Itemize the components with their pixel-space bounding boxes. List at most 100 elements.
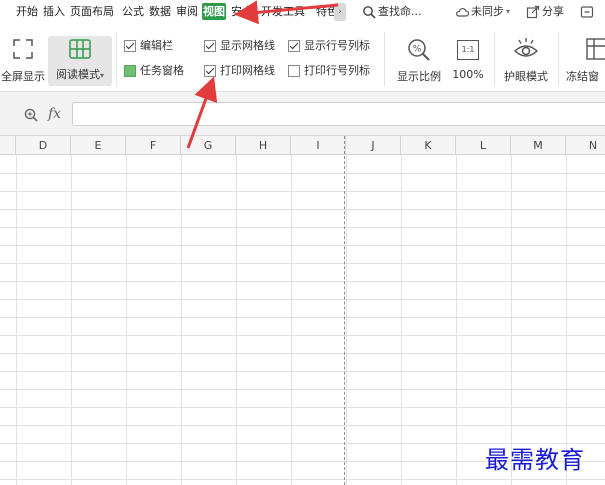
column-gridline xyxy=(346,155,347,485)
page-break-line xyxy=(344,136,345,485)
task-pane-label: 任务窗格 xyxy=(140,64,184,77)
column-header-m[interactable]: M xyxy=(511,136,566,155)
cloud-icon xyxy=(456,7,469,17)
checkbox-print-headings-box[interactable] xyxy=(288,65,300,77)
freeze-panes-icon xyxy=(586,38,605,60)
checkbox-formula-bar-box[interactable] xyxy=(124,40,136,52)
column-header-i[interactable]: I xyxy=(291,136,346,155)
ribbon-tab-bar: 开始 插入 页面布局 公式 数据 审阅 视图 安全 开发工具 特色 › 查找命.… xyxy=(0,0,605,24)
spreadsheet-grid[interactable]: DEFGHIJKLMN xyxy=(0,136,605,485)
share-button[interactable]: 分享 xyxy=(526,3,564,20)
tab-insert[interactable]: 插入 xyxy=(43,3,65,20)
column-gridline xyxy=(511,155,512,485)
column-header-n[interactable]: N xyxy=(566,136,605,155)
app-window: 开始 插入 页面布局 公式 数据 审阅 视图 安全 开发工具 特色 › 查找命.… xyxy=(0,0,605,485)
task-pane-toggle[interactable]: 任务窗格 xyxy=(124,63,184,79)
tab-special[interactable]: 特色 xyxy=(316,3,334,20)
tab-scroll-right-button[interactable]: › xyxy=(334,3,346,21)
column-header-f[interactable]: F xyxy=(126,136,181,155)
zoom-percent-icon: % xyxy=(408,39,430,61)
watermark: 最需教育 xyxy=(485,446,585,474)
zoom-100-button[interactable]: 1:1 100% xyxy=(448,38,488,81)
row-gridline xyxy=(0,335,605,336)
more-tools-button[interactable] xyxy=(580,3,596,20)
checkbox-show-gridlines-label: 显示网格线 xyxy=(220,39,275,52)
column-header-h[interactable]: H xyxy=(236,136,291,155)
fx-label[interactable]: fx xyxy=(48,106,61,122)
ribbon-panel: 全屏显示 阅读模式▾ 编辑栏 任务窗格 显示网格线 打印网格线 显示行号列标 打… xyxy=(0,24,605,92)
row-gridline xyxy=(0,227,605,228)
column-header-k[interactable]: K xyxy=(401,136,456,155)
checkbox-show-gridlines-box[interactable] xyxy=(204,40,216,52)
sync-status[interactable]: 未同步 ▾ xyxy=(455,3,510,20)
search-command-label: 查找命... xyxy=(378,5,422,18)
tab-data[interactable]: 数据 xyxy=(149,3,171,20)
freeze-panes-button[interactable]: 冻结窗 xyxy=(562,38,605,84)
share-icon xyxy=(526,5,540,18)
formula-bar: fx xyxy=(0,92,605,136)
checkbox-print-headings-label: 打印行号列标 xyxy=(304,64,370,77)
checkbox-show-headings-label: 显示行号列标 xyxy=(304,39,370,52)
tab-developer[interactable]: 开发工具 xyxy=(261,3,305,20)
chevron-down-icon: ▾ xyxy=(506,7,511,16)
tab-view[interactable]: 视图 xyxy=(202,3,226,20)
tab-home[interactable]: 开始 xyxy=(16,3,38,20)
row-gridline xyxy=(0,263,605,264)
checkbox-print-gridlines-box[interactable] xyxy=(204,65,216,77)
zoom-100-label: 100% xyxy=(452,68,484,81)
tab-security[interactable]: 安全 xyxy=(231,3,253,20)
column-gridline xyxy=(71,155,72,485)
tab-review[interactable]: 审阅 xyxy=(176,3,198,20)
row-gridline xyxy=(0,317,605,318)
ribbon-separator xyxy=(116,32,117,86)
column-gridline xyxy=(401,155,402,485)
column-gridline xyxy=(126,155,127,485)
zoom-search-icon[interactable] xyxy=(24,108,38,122)
checkbox-show-headings[interactable]: 显示行号列标 xyxy=(288,38,370,54)
read-mode-chevron-icon: ▾ xyxy=(99,71,104,80)
tab-page-layout[interactable]: 页面布局 xyxy=(70,3,114,20)
read-mode-button[interactable]: 阅读模式▾ xyxy=(48,36,112,86)
column-header-l[interactable]: L xyxy=(456,136,511,155)
eye-protection-label: 护眼模式 xyxy=(504,70,548,83)
column-header-partial[interactable] xyxy=(0,136,16,155)
checkbox-print-headings[interactable]: 打印行号列标 xyxy=(288,63,370,79)
column-header-e[interactable]: E xyxy=(71,136,126,155)
zoom-button[interactable]: % 显示比例 xyxy=(392,38,446,84)
checkbox-formula-bar[interactable]: 编辑栏 xyxy=(124,38,173,54)
search-icon xyxy=(363,5,376,19)
svg-text:%: % xyxy=(413,45,422,55)
checkbox-show-headings-box[interactable] xyxy=(288,40,300,52)
search-command[interactable]: 查找命... xyxy=(362,3,422,20)
column-header-j[interactable]: J xyxy=(346,136,401,155)
column-gridline xyxy=(181,155,182,485)
ribbon-separator xyxy=(558,32,559,86)
fullscreen-button[interactable]: 全屏显示 xyxy=(0,38,46,84)
ribbon-separator xyxy=(494,32,495,86)
row-gridline xyxy=(0,371,605,372)
eye-icon xyxy=(513,38,539,57)
row-gridline xyxy=(0,173,605,174)
fullscreen-icon xyxy=(13,39,33,59)
row-gridline xyxy=(0,191,605,192)
eye-protection-button[interactable]: 护眼模式 xyxy=(498,36,554,84)
column-gridline xyxy=(456,155,457,485)
tab-formulas[interactable]: 公式 xyxy=(122,3,144,20)
row-gridline xyxy=(0,209,605,210)
column-header-d[interactable]: D xyxy=(16,136,71,155)
row-gridline xyxy=(0,353,605,354)
column-gridline xyxy=(291,155,292,485)
sync-status-label: 未同步 xyxy=(471,5,504,18)
zoom-label: 显示比例 xyxy=(397,70,441,83)
column-gridline xyxy=(16,155,17,485)
column-gridline xyxy=(566,155,567,485)
column-header-g[interactable]: G xyxy=(181,136,236,155)
checkbox-print-gridlines[interactable]: 打印网格线 xyxy=(204,63,275,79)
row-gridline xyxy=(0,389,605,390)
row-gridline xyxy=(0,281,605,282)
checkbox-print-gridlines-label: 打印网格线 xyxy=(220,64,275,77)
row-gridline xyxy=(0,479,605,480)
formula-input[interactable] xyxy=(72,102,605,126)
more-tools-icon xyxy=(580,5,594,18)
checkbox-show-gridlines[interactable]: 显示网格线 xyxy=(204,38,275,54)
